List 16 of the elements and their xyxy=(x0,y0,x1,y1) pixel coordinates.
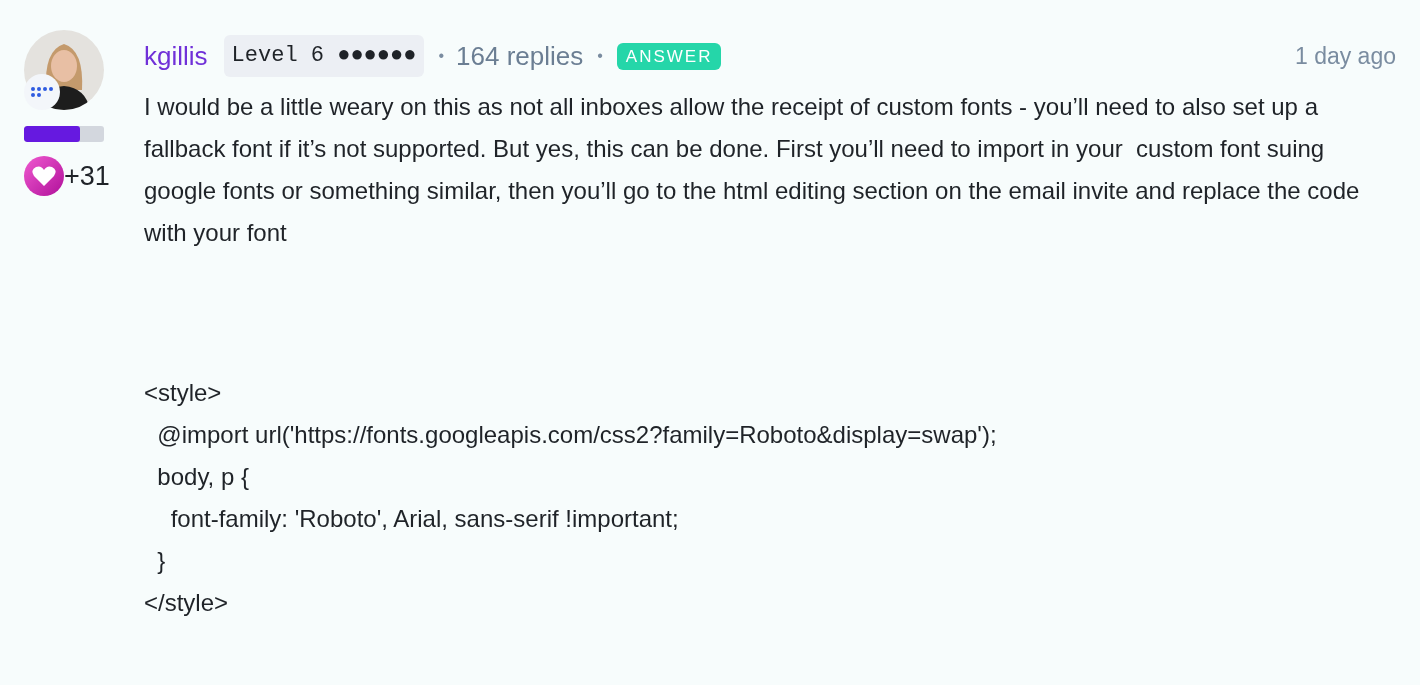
kudos-count: +31 xyxy=(64,162,110,190)
code-line: body, p { xyxy=(156,462,250,492)
separator: • xyxy=(597,46,603,66)
author-name[interactable]: kgillis xyxy=(144,36,208,76)
reply-count: 164 replies xyxy=(456,39,584,73)
code-line: } xyxy=(156,546,167,576)
code-line: <style> xyxy=(144,378,223,408)
answer-tag: ANSWER xyxy=(616,42,722,70)
separator: • xyxy=(438,46,445,66)
code-line: @import url('https://fonts.googleapis.com/css2?family=Roboto&display=swap'); xyxy=(156,420,998,450)
code-line: </style> xyxy=(144,588,230,618)
post-body: I would be a little weary on this as not all inboxes allow the receipt of custom fonts - you’ll need to also set up a fallback font if it’s not supported. But yes, this can be done. First you’ll need to import in your custom font suing google fonts or something similar, then you’ll go to the html editing section on the email invite and replace the code with your font xyxy=(144,92,1361,248)
rank-badge: Level 6 ●●●●●● xyxy=(223,35,425,77)
timestamp: 1 day ago xyxy=(1294,41,1396,71)
code-line: font-family: 'Roboto', Arial, sans-serif !important; xyxy=(169,504,680,534)
dots-icon xyxy=(24,74,60,110)
